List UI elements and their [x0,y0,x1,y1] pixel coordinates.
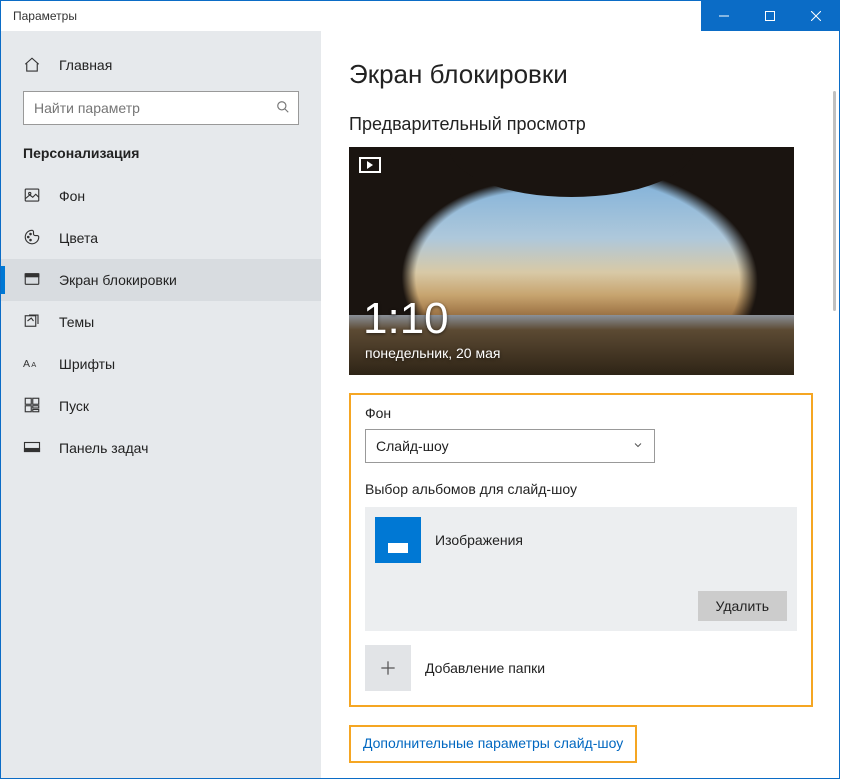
lockscreen-preview: 1:10 понедельник, 20 мая [349,147,794,375]
svg-text:A: A [31,359,36,368]
sidebar-item-label: Фон [59,188,85,204]
page-title: Экран блокировки [349,59,813,90]
add-folder-row[interactable]: Добавление папки [365,641,797,691]
album-item[interactable]: Изображения Удалить [365,507,797,631]
search-container [23,91,299,125]
albums-label: Выбор альбомов для слайд-шоу [365,481,797,497]
sidebar-item-lockscreen[interactable]: Экран блокировки [1,259,321,301]
pictures-folder-icon [375,517,421,563]
close-button[interactable] [793,1,839,31]
search-icon [276,100,290,117]
sidebar: Главная Персонализация Фон [1,31,321,778]
sidebar-item-label: Пуск [59,398,89,414]
maximize-button[interactable] [747,1,793,31]
preview-heading: Предварительный просмотр [349,114,813,135]
background-settings-highlight: Фон Слайд-шоу Выбор альбомов для слайд-ш… [349,393,813,707]
sidebar-item-label: Панель задач [59,440,148,456]
palette-icon [23,228,41,249]
sidebar-item-taskbar[interactable]: Панель задач [1,427,321,469]
chevron-down-icon [632,438,644,454]
home-icon [23,56,41,74]
sidebar-item-themes[interactable]: Темы [1,301,321,343]
sidebar-item-colors[interactable]: Цвета [1,217,321,259]
background-dropdown[interactable]: Слайд-шоу [365,429,655,463]
sidebar-item-label: Экран блокировки [59,272,177,288]
section-title: Персонализация [1,141,321,175]
search-input[interactable] [34,100,276,116]
minimize-button[interactable] [701,1,747,31]
preview-time: 1:10 [363,297,449,341]
scroll-thumb[interactable] [833,91,836,311]
titlebar: Параметры [1,1,839,31]
taskbar-icon [23,438,41,459]
background-label: Фон [365,405,797,421]
settings-window: Параметры Главная [0,0,840,779]
body: Главная Персонализация Фон [1,31,839,778]
start-icon [23,396,41,417]
delete-button[interactable]: Удалить [698,591,787,621]
slideshow-badge-icon [359,157,381,173]
sidebar-item-label: Темы [59,314,94,330]
themes-icon [23,312,41,333]
image-icon [23,186,41,207]
album-row: Изображения [375,517,787,563]
album-name: Изображения [435,532,523,548]
advanced-link-highlight: Дополнительные параметры слайд-шоу [349,725,637,763]
home-link[interactable]: Главная [1,45,321,85]
sidebar-item-fonts[interactable]: AA Шрифты [1,343,321,385]
content-area: Экран блокировки Предварительный просмот… [321,31,839,778]
add-icon [365,645,411,691]
sidebar-item-label: Шрифты [59,356,115,372]
home-label: Главная [59,57,112,73]
preview-date: понедельник, 20 мая [365,345,500,361]
scrollbar[interactable] [831,91,837,778]
advanced-slideshow-link[interactable]: Дополнительные параметры слайд-шоу [363,735,623,751]
lockscreen-icon [23,270,41,291]
search-box[interactable] [23,91,299,125]
album-actions: Удалить [375,591,787,621]
svg-text:A: A [23,357,30,369]
window-controls [701,1,839,31]
sidebar-item-background[interactable]: Фон [1,175,321,217]
window-title: Параметры [1,9,77,23]
sidebar-item-label: Цвета [59,230,98,246]
add-folder-label: Добавление папки [425,660,545,676]
background-value: Слайд-шоу [376,438,449,454]
sidebar-item-start[interactable]: Пуск [1,385,321,427]
fonts-icon: AA [23,355,41,374]
